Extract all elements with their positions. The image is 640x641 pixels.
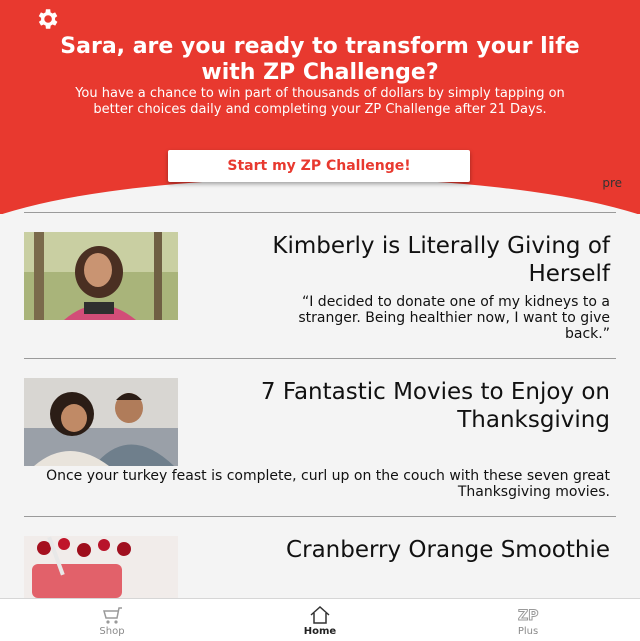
cart-icon (103, 607, 122, 624)
tab-home[interactable]: Home (260, 599, 380, 641)
tab-label: Plus (517, 626, 539, 637)
svg-text:ZP: ZP (518, 608, 538, 624)
tab-plus[interactable]: ZP Plus (468, 599, 588, 641)
article-card[interactable]: Kimberly is Literally Giving of Herself … (0, 214, 640, 358)
article-excerpt: Once your turkey feast is complete, curl… (46, 468, 610, 500)
challenge-subtitle: You have a chance to win part of thousan… (75, 86, 565, 117)
start-challenge-button[interactable]: Start my ZP Challenge! (168, 150, 470, 182)
article-thumbnail (24, 378, 178, 466)
tab-label: Home (303, 626, 337, 637)
zp-plus-icon: ZP (518, 608, 539, 625)
peek-text: pre (602, 176, 622, 190)
divider (24, 516, 616, 517)
article-title: Cranberry Orange Smoothie (286, 537, 610, 563)
hero-curve (0, 178, 640, 214)
challenge-title: Sara, are you ready to transform your li… (60, 34, 580, 85)
divider (24, 358, 616, 359)
article-title: Kimberly is Literally Giving of Herself (272, 233, 610, 287)
article-title: 7 Fantastic Movies to Enjoy on Thanksgiv… (260, 379, 610, 433)
article-thumbnail (24, 536, 178, 598)
divider (24, 212, 616, 213)
tab-shop[interactable]: Shop (52, 599, 172, 641)
article-thumbnail (24, 232, 178, 320)
bottom-tab-bar: ZP Plus Home Shop (0, 598, 640, 641)
challenge-hero: Sara, are you ready to transform your li… (0, 0, 640, 214)
article-card[interactable]: Cranberry Orange Smoothie (0, 518, 640, 598)
gear-icon[interactable] (34, 6, 60, 32)
article-excerpt: “I decided to donate one of my kidneys t… (298, 294, 610, 342)
tab-label: Shop (99, 626, 125, 637)
home-icon (310, 605, 330, 624)
article-card[interactable]: 7 Fantastic Movies to Enjoy on Thanksgiv… (0, 360, 640, 516)
